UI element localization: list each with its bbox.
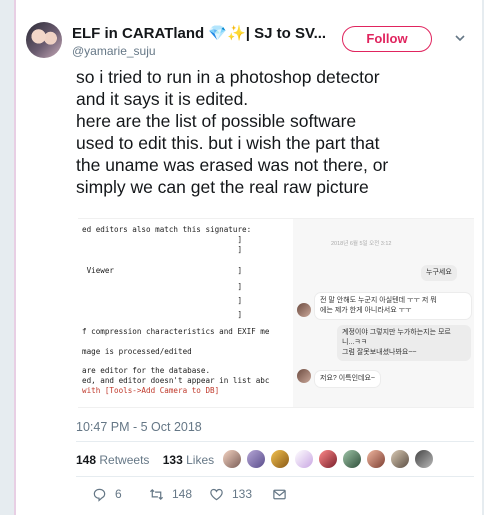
divider	[76, 476, 474, 477]
follow-button[interactable]: Follow	[342, 26, 432, 52]
code-screenshot: ed editors also match this signature: ] …	[78, 219, 293, 407]
author-names[interactable]: ELF in CARATland 💎✨| SJ to SV... @yamari…	[72, 24, 352, 58]
chevron-down-icon[interactable]	[454, 32, 466, 44]
code-line: Viewer ]	[82, 266, 243, 275]
retweet-icon	[149, 488, 164, 500]
chat-bubble: 저요? 이특인데요~	[315, 371, 381, 387]
liker-avatar[interactable]	[294, 449, 314, 469]
retweets-stat[interactable]: 148 Retweets	[76, 453, 149, 467]
reply-button[interactable]: 6	[92, 484, 122, 504]
tweet-timestamp[interactable]: 10:47 PM - 5 Oct 2018	[76, 420, 202, 434]
code-line: ]	[82, 310, 243, 319]
tweet-card: ELF in CARATland 💎✨| SJ to SV... @yamari…	[14, 0, 482, 515]
chat-screenshot: 2018년 6월 5일 오전 3:12 누구세요 전 말 안해도 누군지 아실텐…	[293, 219, 474, 407]
chat-avatar	[297, 369, 311, 383]
display-name-emoji: 💎✨	[208, 25, 246, 42]
code-line: ]	[82, 282, 243, 291]
heart-icon	[210, 488, 223, 500]
liker-avatar[interactable]	[342, 449, 362, 469]
reply-icon	[93, 488, 106, 502]
liker-avatar[interactable]	[222, 449, 242, 469]
user-handle[interactable]: @yamarie_suju	[72, 44, 352, 58]
envelope-icon	[273, 489, 286, 499]
reply-count: 6	[115, 487, 122, 501]
display-name-suffix: | SJ to SV...	[245, 25, 327, 42]
liker-avatar[interactable]	[246, 449, 266, 469]
display-name[interactable]: ELF in CARATland 💎✨| SJ to SV...	[72, 24, 352, 42]
tweet-text-line: and it says it is edited.	[76, 89, 249, 109]
code-line: ed, and editor doesn't appear in list ab…	[82, 376, 270, 385]
code-line: f compression characteristics and EXIF m…	[82, 327, 270, 336]
likes-stat[interactable]: 133 Likes	[163, 453, 214, 467]
tweet-text: so i tried to run in a photoshop detecto…	[76, 66, 476, 198]
chat-bubble: 누구세요	[421, 265, 457, 281]
attached-image[interactable]: ed editors also match this signature: ] …	[78, 218, 474, 408]
chat-bubble-line: 전 말 안해도 누군지 아실텐데 ㅜㅜ 저 뭐	[320, 297, 437, 304]
direct-message-button[interactable]	[272, 484, 295, 504]
liker-avatar[interactable]	[318, 449, 338, 469]
liker-avatar[interactable]	[366, 449, 386, 469]
code-line: mage is processed/edited	[82, 347, 192, 356]
display-name-text: ELF in CARATland	[72, 25, 205, 42]
liker-avatar[interactable]	[414, 449, 434, 469]
tweet-actions: 6 148 133	[76, 484, 336, 504]
code-line: are editor for the database.	[82, 366, 211, 375]
retweets-count: 148	[76, 453, 97, 467]
code-line-red: with [Tools->Add Camera to DB]	[82, 386, 220, 395]
tweet-text-line: simply we can get the real raw picture	[76, 177, 369, 197]
likes-label: Likes	[186, 453, 215, 467]
likes-count: 133	[162, 453, 183, 467]
chat-avatar	[297, 303, 311, 317]
chat-timestamp: 2018년 6월 5일 오전 3:12	[331, 241, 392, 247]
avatar[interactable]	[26, 22, 62, 58]
like-button[interactable]: 133	[209, 484, 252, 504]
retweet-button[interactable]: 148	[149, 484, 192, 504]
code-line: ]	[82, 296, 243, 305]
chat-bubble: 계정이야 그렇지만 누가하는지는 모르 니...ㅋㅋ 그럼 잘못보내셨나봐요~~	[337, 325, 471, 361]
chat-bubble-line: 니...ㅋㅋ	[342, 339, 368, 346]
tweet-text-line: here are the list of possible software	[76, 111, 357, 131]
tweet-header: ELF in CARATland 💎✨| SJ to SV... @yamari…	[26, 22, 476, 58]
like-count: 133	[232, 487, 253, 501]
code-line: ed editors also match this signature:	[82, 225, 252, 234]
divider	[76, 441, 474, 442]
retweets-label: Retweets	[99, 453, 150, 467]
tweet-text-line: the uname was erased was not there, or	[76, 155, 389, 175]
chat-bubble-line: 에는 제가 한게 아니라서요 ㅜㅜ	[320, 307, 412, 314]
liker-avatar[interactable]	[390, 449, 410, 469]
tweet-text-line: so i tried to run in a photoshop detecto…	[76, 67, 380, 87]
liker-avatar[interactable]	[270, 449, 290, 469]
retweet-count: 148	[172, 487, 193, 501]
tweet-stats: 148 Retweets 133 Likes	[76, 453, 214, 469]
chat-bubble-line: 그럼 잘못보내셨나봐요~~	[342, 349, 417, 356]
code-line: ]	[82, 245, 243, 254]
tweet-text-line: used to edit this. but i wish the part t…	[76, 133, 380, 153]
chat-bubble: 전 말 안해도 누군지 아실텐데 ㅜㅜ 저 뭐 에는 제가 한게 아니라서요 ㅜ…	[315, 293, 471, 319]
code-line: ]	[82, 235, 243, 244]
chat-bubble-line: 계정이야 그렇지만 누가하는지는 모르	[342, 329, 451, 336]
